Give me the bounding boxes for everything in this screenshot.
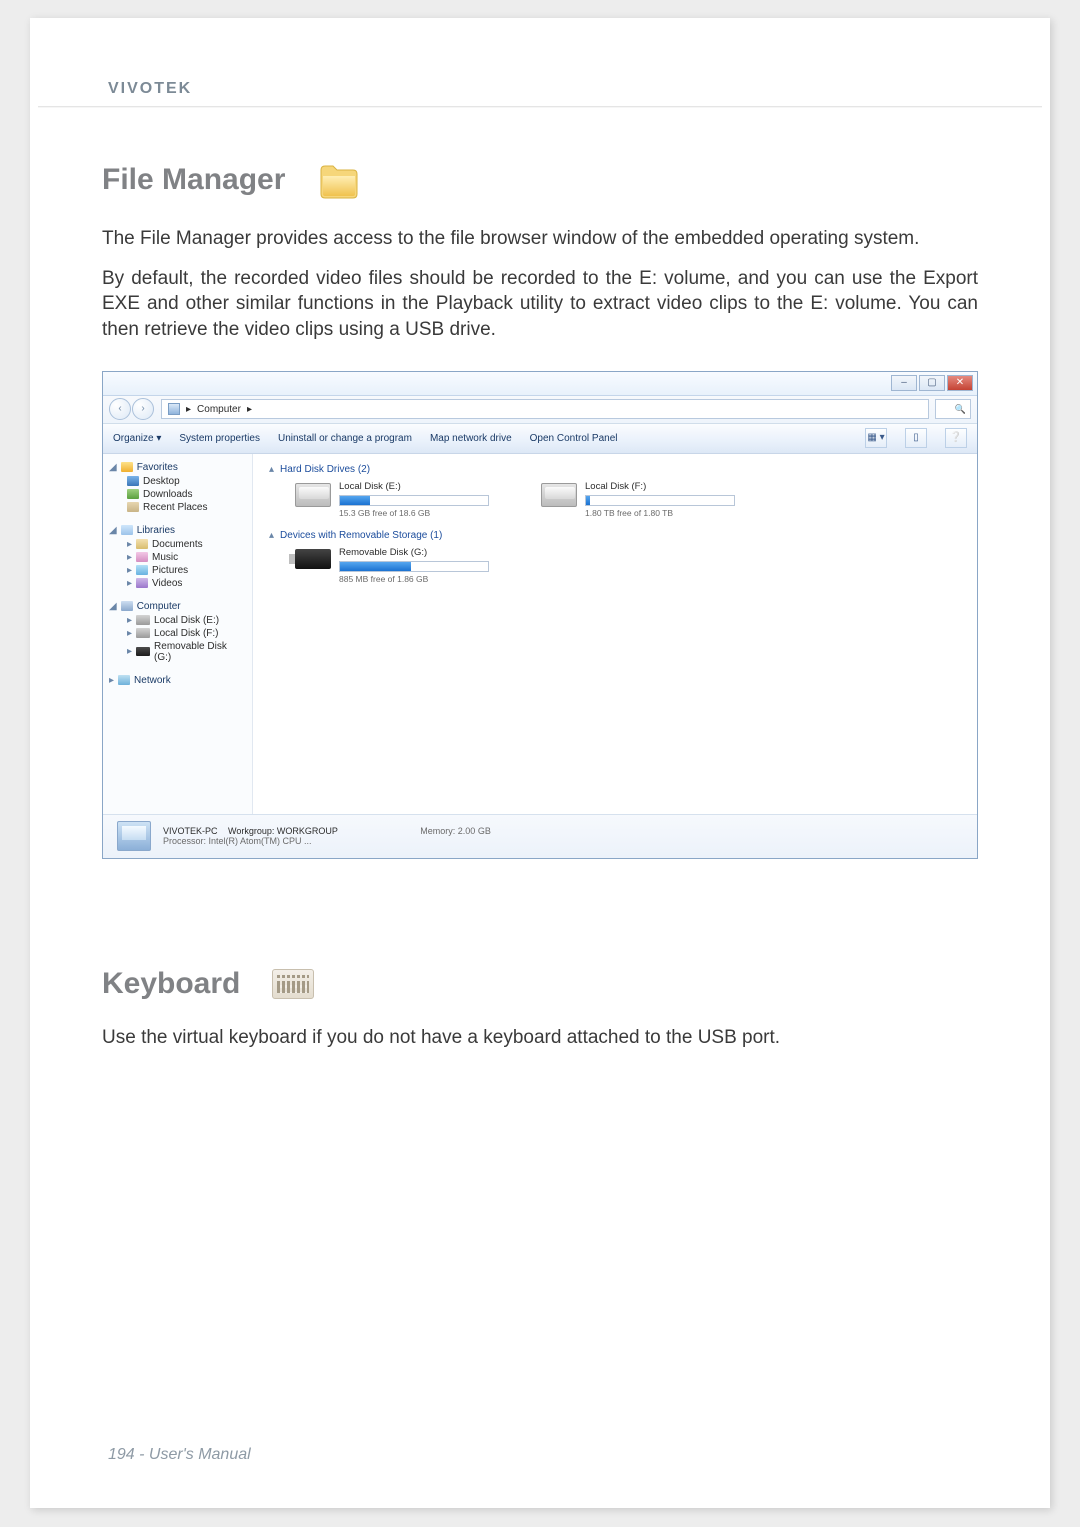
libraries-icon — [121, 525, 133, 535]
sidebar-downloads[interactable]: Downloads — [143, 489, 192, 500]
category-removable-storage: Devices with Removable Storage (1) — [280, 530, 442, 541]
computer-icon — [168, 403, 180, 415]
pictures-icon — [136, 565, 148, 575]
drive-e-usage-bar — [339, 495, 489, 506]
breadcrumb-sep: ▸ — [186, 404, 191, 415]
network-icon — [118, 675, 130, 685]
sidebar-recent-places[interactable]: Recent Places — [143, 502, 207, 513]
usb-drive-icon — [295, 549, 331, 569]
details-workgroup-label: Workgroup: — [228, 826, 274, 836]
file-manager-p2: By default, the recorded video files sho… — [102, 266, 978, 343]
sidebar-music[interactable]: Music — [152, 552, 178, 563]
header-divider — [38, 106, 1042, 108]
uninstall-button[interactable]: Uninstall or change a program — [278, 433, 412, 444]
videos-icon — [136, 578, 148, 588]
nav-back-button[interactable]: ‹ — [109, 398, 131, 420]
drive-f-usage-bar — [585, 495, 735, 506]
organize-button[interactable]: Organize ▾ — [113, 433, 161, 444]
sidebar-removable-disk-g[interactable]: Removable Disk (G:) — [154, 641, 246, 663]
nav-forward-button[interactable]: › — [132, 398, 154, 420]
details-processor: Intel(R) Atom(TM) CPU ... — [209, 836, 312, 846]
keyboard-p1: Use the virtual keyboard if you do not h… — [102, 1025, 978, 1051]
details-workgroup: WORKGROUP — [277, 826, 338, 836]
drive-local-f[interactable]: Local Disk (F:) 1.80 TB free of 1.80 TB — [541, 481, 751, 518]
minimize-button[interactable]: – — [891, 375, 917, 391]
details-pcname: VIVOTEK-PC — [163, 826, 218, 836]
map-network-drive-button[interactable]: Map network drive — [430, 433, 512, 444]
page-footer: 194 - User's Manual — [108, 1446, 251, 1464]
file-manager-p1: The File Manager provides access to the … — [102, 226, 978, 252]
music-icon — [136, 552, 148, 562]
sidebar-favorites[interactable]: Favorites — [137, 462, 178, 473]
drive-e-label: Local Disk (E:) — [339, 481, 505, 492]
preview-pane-button[interactable]: ▯ — [905, 428, 927, 448]
content-pane: ▴Hard Disk Drives (2) Local Disk (E:) 15… — [253, 454, 977, 814]
details-processor-label: Processor: — [163, 836, 206, 846]
open-control-panel-button[interactable]: Open Control Panel — [530, 433, 618, 444]
sidebar-documents[interactable]: Documents — [152, 539, 203, 550]
keyboard-heading: Keyboard — [102, 967, 978, 1001]
details-memory: 2.00 GB — [458, 826, 491, 836]
keyboard-icon — [272, 969, 314, 999]
help-button[interactable]: ❔ — [945, 428, 967, 448]
file-manager-heading-text: File Manager — [102, 163, 285, 197]
drive-g-usage-bar — [339, 561, 489, 572]
drive-local-e[interactable]: Local Disk (E:) 15.3 GB free of 18.6 GB — [295, 481, 505, 518]
hdd-icon — [541, 483, 577, 507]
computer-icon — [121, 601, 133, 611]
favorites-icon — [121, 462, 133, 472]
drive-e-sub: 15.3 GB free of 18.6 GB — [339, 508, 505, 518]
drive-g-sub: 885 MB free of 1.86 GB — [339, 574, 505, 584]
drive-g-label: Removable Disk (G:) — [339, 547, 505, 558]
view-options-button[interactable]: ▦ ▾ — [865, 428, 887, 448]
sidebar-pictures[interactable]: Pictures — [152, 565, 188, 576]
hdd-icon — [295, 483, 331, 507]
sidebar-network[interactable]: Network — [134, 675, 171, 686]
sidebar-local-disk-f[interactable]: Local Disk (F:) — [154, 628, 218, 639]
search-input[interactable]: 🔍 — [935, 399, 971, 419]
sidebar-local-disk-e[interactable]: Local Disk (E:) — [154, 615, 219, 626]
details-memory-label: Memory: — [420, 826, 455, 836]
folder-icon — [317, 158, 361, 202]
window-titlebar: – ▢ ✕ — [103, 372, 977, 396]
disk-e-icon — [136, 615, 150, 625]
sidebar-computer[interactable]: Computer — [137, 601, 181, 612]
address-bar: ‹ › ▸ Computer ▸ 🔍 — [103, 396, 977, 424]
maximize-button[interactable]: ▢ — [919, 375, 945, 391]
recent-places-icon — [127, 502, 139, 512]
downloads-icon — [127, 489, 139, 499]
navigation-pane: ◢Favorites Desktop Downloads Recent Plac… — [103, 454, 253, 814]
keyboard-heading-text: Keyboard — [102, 967, 240, 1001]
breadcrumb-computer: Computer — [197, 404, 241, 415]
file-manager-heading: File Manager — [102, 158, 978, 202]
drive-f-label: Local Disk (F:) — [585, 481, 751, 492]
disk-g-icon — [136, 647, 150, 656]
breadcrumb[interactable]: ▸ Computer ▸ — [161, 399, 929, 419]
disk-f-icon — [136, 628, 150, 638]
desktop-icon — [127, 476, 139, 486]
explorer-screenshot: – ▢ ✕ ‹ › ▸ Computer ▸ 🔍 Organize ▾ Syst… — [102, 371, 978, 859]
explorer-body: ◢Favorites Desktop Downloads Recent Plac… — [103, 454, 977, 814]
brand-label: VIVOTEK — [108, 80, 192, 98]
drive-f-sub: 1.80 TB free of 1.80 TB — [585, 508, 751, 518]
details-pane: VIVOTEK-PC Workgroup: WORKGROUP Memory: … — [103, 814, 977, 858]
sidebar-videos[interactable]: Videos — [152, 578, 182, 589]
pc-icon — [117, 821, 151, 851]
documents-icon — [136, 539, 148, 549]
sidebar-libraries[interactable]: Libraries — [137, 525, 175, 536]
sidebar-desktop[interactable]: Desktop — [143, 476, 180, 487]
close-button[interactable]: ✕ — [947, 375, 973, 391]
breadcrumb-sep-2: ▸ — [247, 404, 252, 415]
category-hard-disk-drives: Hard Disk Drives (2) — [280, 464, 370, 475]
drive-removable-g[interactable]: Removable Disk (G:) 885 MB free of 1.86 … — [295, 547, 505, 584]
explorer-toolbar: Organize ▾ System properties Uninstall o… — [103, 424, 977, 454]
system-properties-button[interactable]: System properties — [179, 433, 260, 444]
